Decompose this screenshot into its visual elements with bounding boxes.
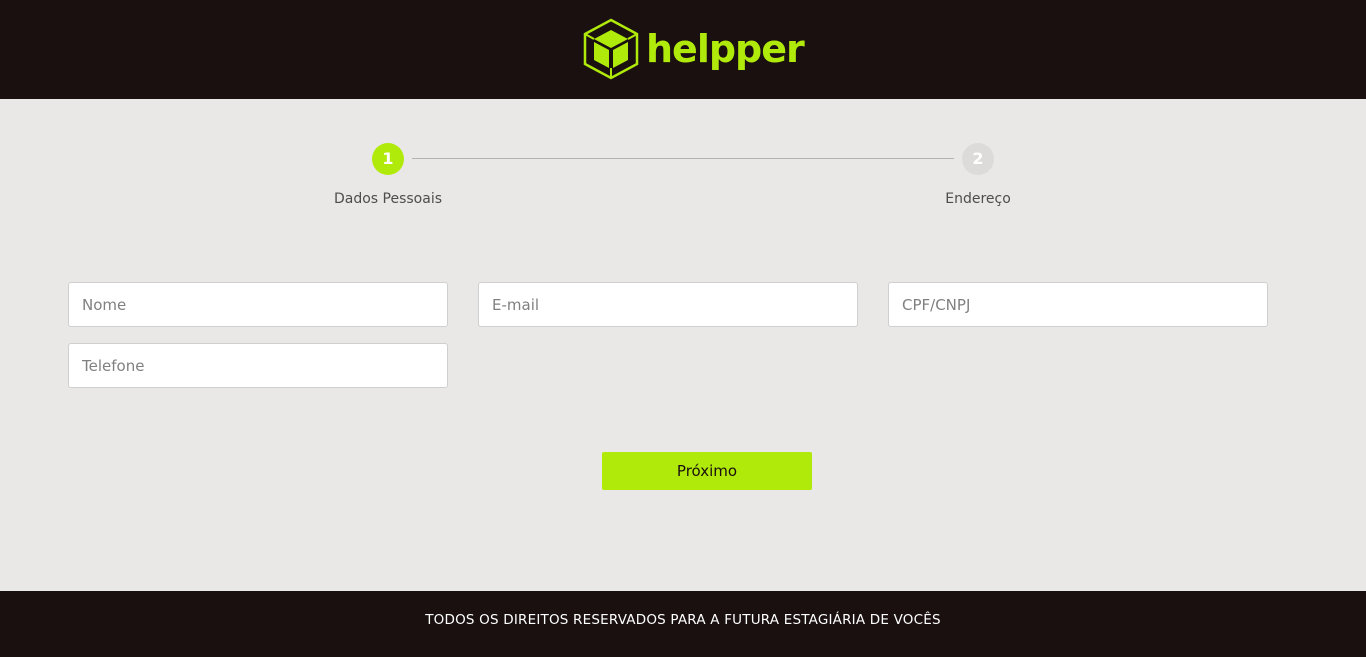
footer: TODOS OS DIREITOS RESERVADOS PARA A FUTU… [0,591,1366,657]
step-1-label: Dados Pessoais [333,191,443,207]
email-input[interactable] [478,282,858,327]
step-2-indicator: 2 [962,143,994,175]
brand-logo[interactable]: helpper [582,18,805,80]
cube-icon [583,18,639,80]
header: helpper [0,0,1366,99]
copyright-text: TODOS OS DIREITOS RESERVADOS PARA A FUTU… [425,612,941,628]
phone-input[interactable] [68,343,448,388]
step-2-label: Endereço [945,191,1011,207]
cpf-cnpj-input[interactable] [888,282,1268,327]
step-1-indicator: 1 [372,143,404,175]
name-input[interactable] [68,282,448,327]
brand-name: helpper [646,27,805,71]
next-button[interactable]: Próximo [602,452,812,490]
stepper-connector [412,158,954,159]
